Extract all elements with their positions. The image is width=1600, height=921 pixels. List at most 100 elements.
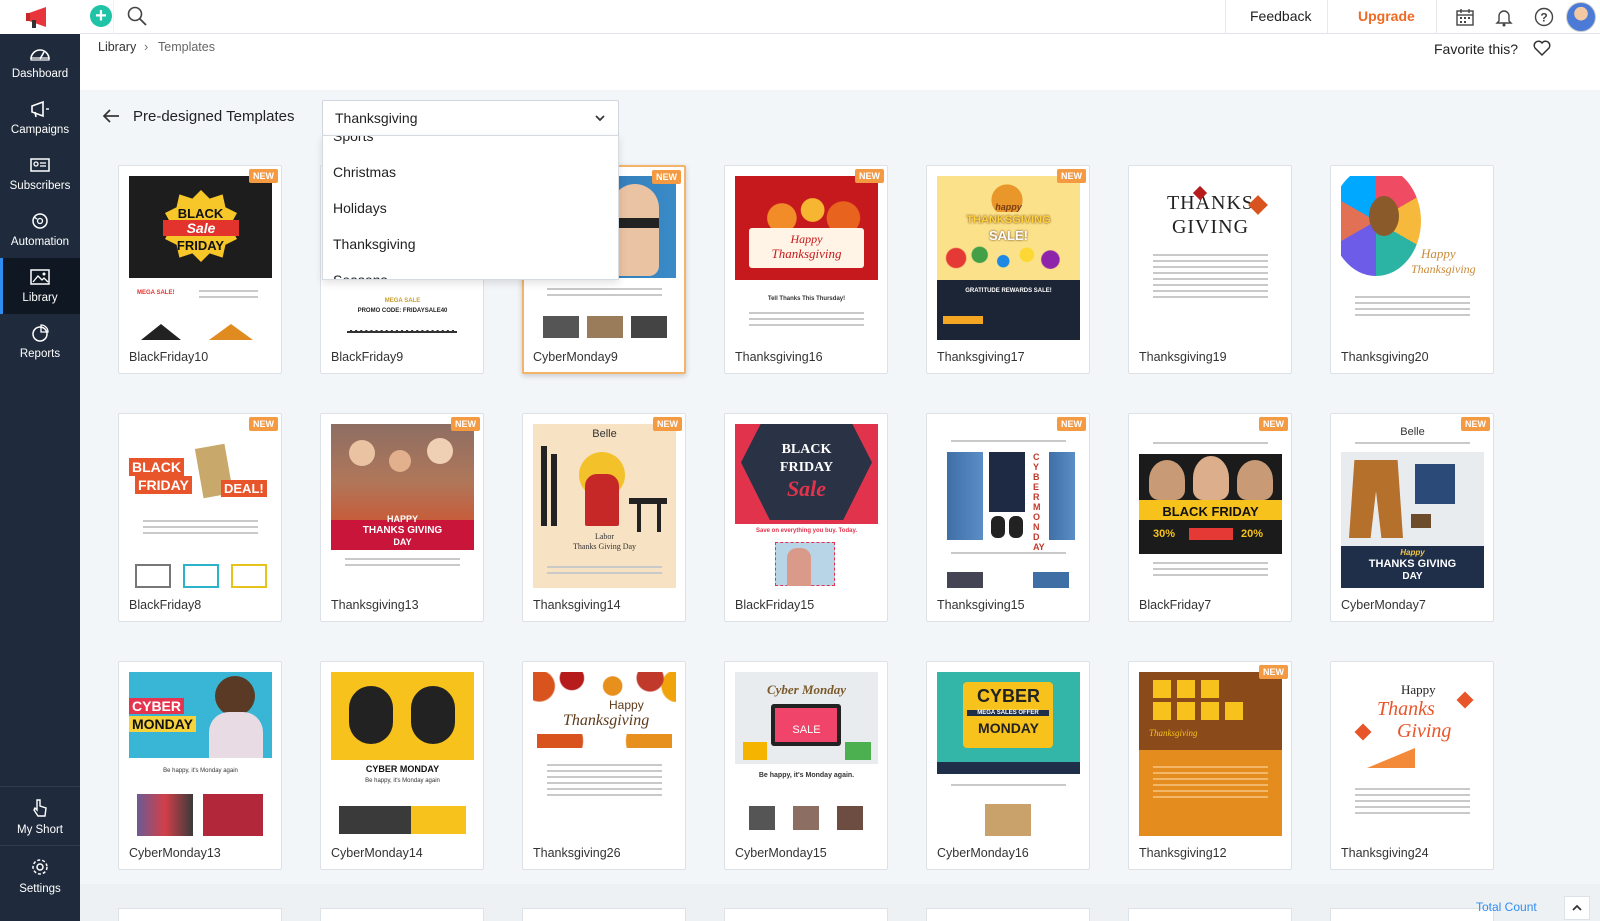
sidebar-item-label: My Short xyxy=(16,824,63,836)
user-avatar[interactable] xyxy=(1566,2,1596,32)
template-name: CyberMonday14 xyxy=(331,846,423,860)
favorite-label: Favorite this? xyxy=(1434,41,1519,57)
svg-text:?: ? xyxy=(1540,11,1547,25)
template-card-blackfriday10[interactable]: BLACK Sale FRIDAY MEGA SALE! NEW BlackFr… xyxy=(118,165,282,374)
template-card-thanksgiving20[interactable]: Happy Thanksgiving Thanksgiving20 xyxy=(1330,165,1494,374)
template-name: CyberMonday15 xyxy=(735,846,827,860)
template-thumbnail: Thanksgiving xyxy=(1139,672,1282,836)
template-thumbnail: BLACK Sale FRIDAY MEGA SALE! xyxy=(129,176,272,340)
total-count-label: Total Count xyxy=(1476,900,1537,914)
sidebar-item-my-short[interactable]: My Short xyxy=(0,789,80,845)
dropdown-option-seasons[interactable]: Seasons xyxy=(333,272,387,279)
page-title: Pre-designed Templates xyxy=(133,108,295,125)
create-button[interactable]: + xyxy=(90,5,112,27)
sidebar-item-label: Library xyxy=(22,292,58,304)
sidebar-item-dashboard[interactable]: Dashboard xyxy=(0,34,80,90)
template-thumbnail: Happy Thanksgiving xyxy=(533,672,676,836)
template-thumbnail: happy THANKSGIVING SALE! GRATITUDE REWAR… xyxy=(937,176,1080,340)
template-thumbnail: CYBER MONDAY Be happy, it's Monday again xyxy=(331,672,474,836)
heart-icon[interactable] xyxy=(1532,39,1552,57)
upgrade-link[interactable]: Upgrade xyxy=(1358,8,1415,24)
template-card-blackfriday7[interactable]: BLACK FRIDAY 30% 20% NEW BlackFriday7 xyxy=(1128,413,1292,622)
template-card-cybermonday13[interactable]: CYBER MONDAY Be happy, it's Monday again… xyxy=(118,661,282,870)
template-card-cybermonday16[interactable]: CYBER MEGA SALES OFFER MONDAY CyberMonda… xyxy=(926,661,1090,870)
template-name: CyberMonday7 xyxy=(1341,598,1426,612)
dropdown-option-holidays[interactable]: Holidays xyxy=(333,200,387,216)
template-card-partial[interactable] xyxy=(118,908,282,921)
template-card-thanksgiving17[interactable]: happy THANKSGIVING SALE! GRATITUDE REWAR… xyxy=(926,165,1090,374)
template-thumbnail: CYBER MONDAY xyxy=(937,424,1080,588)
sidebar-item-label: Subscribers xyxy=(9,180,71,192)
new-badge: NEW xyxy=(652,170,681,184)
back-arrow-icon[interactable] xyxy=(101,106,121,126)
template-card-thanksgiving14[interactable]: Belle Labor Thanks Giving Day NEW Thanks… xyxy=(522,413,686,622)
sidebar-item-label: Settings xyxy=(19,883,61,895)
search-icon[interactable] xyxy=(126,5,148,27)
breadcrumb-library[interactable]: Library xyxy=(98,40,136,54)
dropdown-option-christmas[interactable]: Christmas xyxy=(333,164,396,180)
template-card-thanksgiving13[interactable]: HAPPY THANKS GIVING DAY NEW Thanksgiving… xyxy=(320,413,484,622)
new-badge: NEW xyxy=(1057,417,1086,431)
template-thumbnail: BLACK FRIDAY 30% 20% xyxy=(1139,424,1282,588)
template-card-thanksgiving24[interactable]: Happy Thanks Giving Thanksgiving24 xyxy=(1330,661,1494,870)
scroll-to-top-button[interactable] xyxy=(1564,896,1590,920)
template-card-partial[interactable] xyxy=(1330,908,1494,921)
pie-chart-icon xyxy=(32,324,49,342)
template-name: BlackFriday8 xyxy=(129,598,202,612)
category-select-value: Thanksgiving xyxy=(335,110,418,126)
divider xyxy=(1436,0,1437,34)
help-icon[interactable]: ? xyxy=(1532,5,1556,29)
template-name: Thanksgiving26 xyxy=(533,846,621,860)
template-card-blackfriday8[interactable]: BLACK FRIDAY DEAL! NEW BlackFriday8 xyxy=(118,413,282,622)
template-card-cybermonday14[interactable]: CYBER MONDAY Be happy, it's Monday again… xyxy=(320,661,484,870)
template-name: CyberMonday9 xyxy=(533,350,618,364)
template-card-blackfriday15[interactable]: BLACK FRIDAY Sale Save on everything you… xyxy=(724,413,888,622)
new-badge: NEW xyxy=(1259,417,1288,431)
template-card-partial[interactable] xyxy=(1128,908,1292,921)
sidebar-item-automation[interactable]: Automation xyxy=(0,202,80,258)
template-card-cybermonday15[interactable]: Cyber Monday SALE Be happy, it's Monday … xyxy=(724,661,888,870)
calendar-icon[interactable] xyxy=(1453,5,1477,29)
template-name: BlackFriday7 xyxy=(1139,598,1212,612)
template-card-thanksgiving12[interactable]: Thanksgiving NEW Thanksgiving12 xyxy=(1128,661,1292,870)
template-card-thanksgiving15[interactable]: CYBER MONDAY NEW Thanksgiving15 xyxy=(926,413,1090,622)
divider xyxy=(0,786,80,787)
template-card-partial[interactable] xyxy=(320,908,484,921)
new-badge: NEW xyxy=(249,417,278,431)
category-select[interactable]: Thanksgiving xyxy=(322,100,619,136)
bell-icon[interactable] xyxy=(1492,5,1516,29)
template-thumbnail: THANKS GIVING xyxy=(1139,176,1282,340)
dropdown-option-sports[interactable]: Sports xyxy=(333,136,373,144)
sidebar-item-settings[interactable]: Settings xyxy=(0,848,80,904)
template-card-thanksgiving16[interactable]: Happy Thanksgiving Tell Thanks This Thur… xyxy=(724,165,888,374)
template-thumbnail: Happy Thanks Giving xyxy=(1341,672,1484,836)
template-card-cybermonday7[interactable]: Belle Happy THANKS GIVING DAY NEW CyberM… xyxy=(1330,413,1494,622)
new-badge: NEW xyxy=(653,417,682,431)
megaphone-icon xyxy=(31,100,49,118)
id-card-icon xyxy=(30,158,50,172)
template-thumbnail: CYBER MONDAY Be happy, it's Monday again xyxy=(129,672,272,836)
divider xyxy=(1327,0,1328,34)
pointer-icon xyxy=(33,799,47,817)
template-card-partial[interactable] xyxy=(522,908,686,921)
sidebar-item-subscribers[interactable]: Subscribers xyxy=(0,146,80,202)
divider xyxy=(0,845,80,846)
template-name: Thanksgiving24 xyxy=(1341,846,1429,860)
automation-icon xyxy=(32,213,48,229)
app-logo[interactable] xyxy=(0,0,80,34)
sidebar-item-campaigns[interactable]: Campaigns xyxy=(0,90,80,146)
template-thumbnail: Happy Thanksgiving xyxy=(1341,176,1484,340)
feedback-link[interactable]: Feedback xyxy=(1250,8,1311,24)
sidebar-item-library[interactable]: Library xyxy=(0,258,80,314)
new-badge: NEW xyxy=(451,417,480,431)
new-badge: NEW xyxy=(1259,665,1288,679)
template-name: Thanksgiving17 xyxy=(937,350,1025,364)
template-card-partial[interactable] xyxy=(724,908,888,921)
template-card-partial[interactable] xyxy=(926,908,1090,921)
template-card-thanksgiving19[interactable]: THANKS GIVING Thanksgiving19 xyxy=(1128,165,1292,374)
template-thumbnail: Cyber Monday SALE Be happy, it's Monday … xyxy=(735,672,878,836)
dropdown-option-thanksgiving[interactable]: Thanksgiving xyxy=(333,236,416,252)
gear-icon xyxy=(32,859,48,875)
template-card-thanksgiving26[interactable]: Happy Thanksgiving Thanksgiving26 xyxy=(522,661,686,870)
sidebar-item-reports[interactable]: Reports xyxy=(0,314,80,370)
